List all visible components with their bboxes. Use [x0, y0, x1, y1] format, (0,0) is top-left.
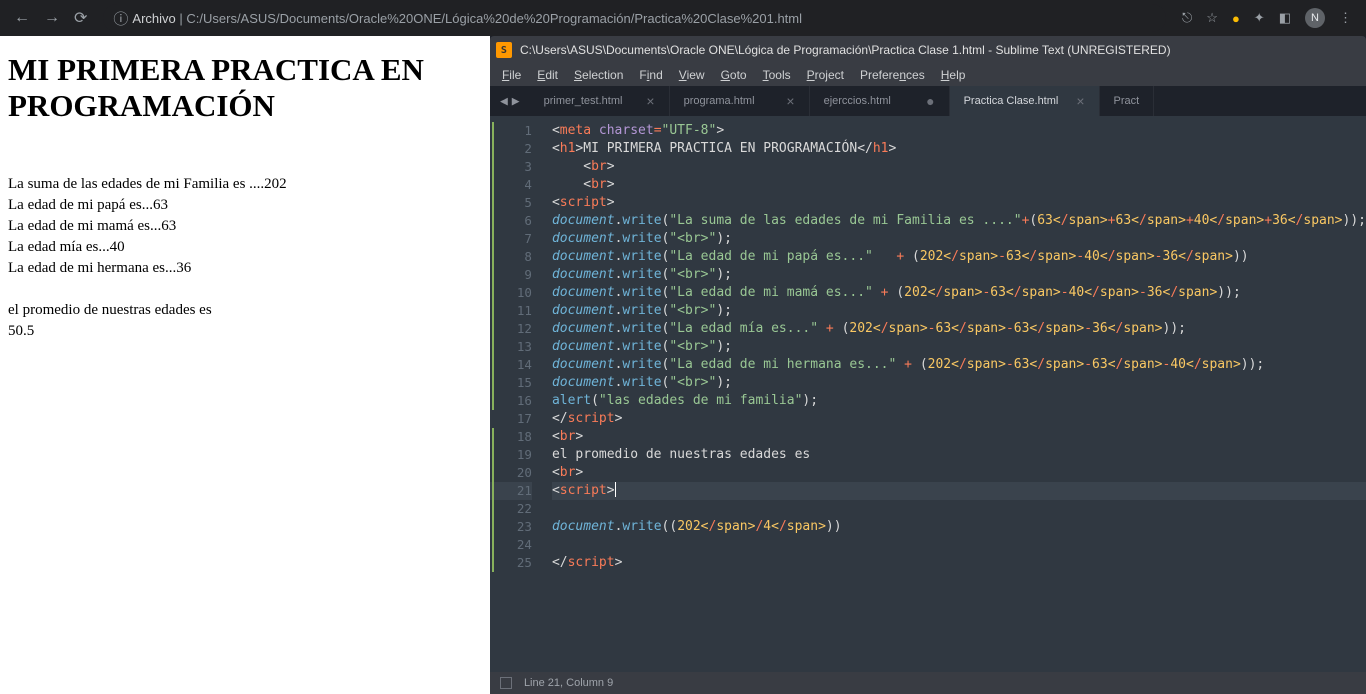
status-bar: Line 21, Column 9 [490, 672, 1366, 694]
page-line: La edad de mi hermana es...36 [8, 258, 482, 279]
line-numbers: 1234567891011121314151617181920212223242… [490, 116, 540, 672]
panel-toggle-icon[interactable] [500, 677, 512, 689]
extension-dot-icon[interactable]: ● [1232, 11, 1240, 26]
browser-toolbar: ← → ⟳ ⓘ Archivo | C:/Users/ASUS/Document… [0, 0, 1366, 36]
page-line: el promedio de nuestras edades es [8, 300, 482, 321]
panel-icon[interactable]: ◧ [1279, 10, 1291, 26]
tab-scroll-arrows: ◀ ▶ [490, 94, 530, 109]
page-line: La edad de mi papá es...63 [8, 195, 482, 216]
menu-selection[interactable]: Selection [566, 66, 631, 84]
tab-scroll-right[interactable]: ▶ [512, 94, 520, 109]
page-line [8, 279, 482, 300]
tab-overflow[interactable]: Pract [1100, 86, 1155, 116]
nav-controls: ← → ⟳ [8, 8, 93, 28]
menu-file[interactable]: File [494, 66, 529, 84]
profile-avatar[interactable]: N [1305, 8, 1325, 28]
forward-button[interactable]: → [44, 9, 60, 27]
star-icon[interactable]: ☆ [1206, 10, 1218, 26]
status-position: Line 21, Column 9 [524, 677, 613, 689]
menu-bar: File Edit Selection Find View Goto Tools… [490, 64, 1366, 86]
menu-preferences[interactable]: Preferences [852, 66, 933, 84]
tab-practica-clase[interactable]: Practica Clase.html× [950, 86, 1100, 116]
page-line: La suma de las edades de mi Familia es .… [8, 174, 482, 195]
sublime-window: S C:\Users\ASUS\Documents\Oracle ONE\Lóg… [490, 36, 1366, 694]
menu-icon[interactable]: ⋮ [1339, 10, 1352, 26]
tab-ejercicios[interactable]: ejerccios.html● [810, 86, 950, 116]
dirty-icon[interactable]: ● [926, 93, 934, 109]
site-info-icon[interactable]: ⓘ [113, 8, 128, 29]
page-heading: MI PRIMERA PRACTICA EN PROGRAMACIÓN [8, 52, 482, 124]
menu-tools[interactable]: Tools [755, 66, 799, 84]
page-line: 50.5 [8, 321, 482, 342]
extension-icons: ⎋ ☆ ● ✦ ◧ N ⋮ [1176, 8, 1358, 28]
rendered-page: MI PRIMERA PRACTICA EN PROGRAMACIÓN La s… [0, 36, 490, 694]
page-line: La edad de mi mamá es...63 [8, 216, 482, 237]
menu-edit[interactable]: Edit [529, 66, 566, 84]
back-button[interactable]: ← [14, 9, 30, 27]
menu-find[interactable]: Find [631, 66, 670, 84]
share-icon[interactable]: ⎋ [1182, 10, 1192, 26]
window-titlebar[interactable]: S C:\Users\ASUS\Documents\Oracle ONE\Lóg… [490, 36, 1366, 64]
close-icon[interactable]: × [646, 93, 654, 109]
menu-view[interactable]: View [671, 66, 713, 84]
close-icon[interactable]: × [1076, 93, 1084, 109]
menu-help[interactable]: Help [933, 66, 974, 84]
close-icon[interactable]: × [786, 93, 794, 109]
extensions-icon[interactable]: ✦ [1254, 10, 1265, 26]
tab-primer-test[interactable]: primer_test.html× [530, 86, 670, 116]
sublime-logo-icon: S [496, 42, 512, 58]
reload-button[interactable]: ⟳ [74, 8, 87, 28]
tab-programa[interactable]: programa.html× [670, 86, 810, 116]
address-bar[interactable]: ⓘ Archivo | C:/Users/ASUS/Documents/Orac… [103, 4, 1166, 32]
editor-area[interactable]: 1234567891011121314151617181920212223242… [490, 116, 1366, 672]
tab-bar: ◀ ▶ primer_test.html× programa.html× eje… [490, 86, 1366, 116]
page-line: La edad mía es...40 [8, 237, 482, 258]
menu-project[interactable]: Project [799, 66, 852, 84]
url-text: Archivo | C:/Users/ASUS/Documents/Oracle… [132, 11, 802, 26]
menu-goto[interactable]: Goto [713, 66, 755, 84]
window-title: C:\Users\ASUS\Documents\Oracle ONE\Lógic… [520, 43, 1171, 57]
code-content[interactable]: <meta charset="UTF-8"><h1>MI PRIMERA PRA… [540, 116, 1366, 672]
tab-scroll-left[interactable]: ◀ [500, 94, 508, 109]
